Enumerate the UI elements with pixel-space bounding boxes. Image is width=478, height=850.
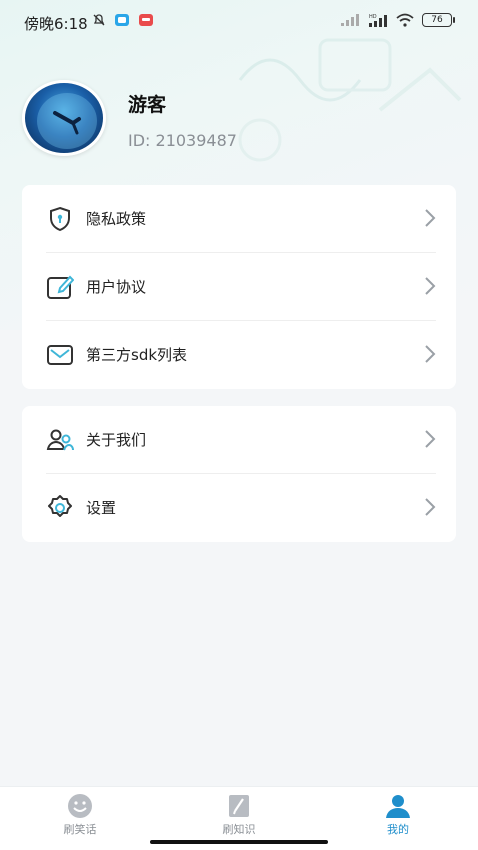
menu-item-label: 隐私政策 [86,210,147,228]
app-notification-icon-2 [139,14,153,26]
signal-weak-icon [341,14,359,26]
menu-item-label: 设置 [86,499,117,517]
menu-item-user-agreement[interactable]: 用户协议 [22,253,456,321]
person-icon [384,793,412,819]
chevron-right-icon [425,345,436,363]
tab-knowledge[interactable]: 刷知识 [189,793,289,837]
tab-label: 刷笑话 [63,823,97,836]
network-type-label: HD [369,14,377,20]
diver-image [37,93,97,149]
menu-item-third-party-sdk[interactable]: 第三方sdk列表 [22,321,456,389]
tab-jokes[interactable]: 刷笑话 [30,793,130,837]
menu-card-legal: 隐私政策 用户协议 第三方sdk列表 [22,185,456,389]
profile-header[interactable]: 游客 ID: 21039487 [22,80,462,160]
notebook-icon [225,793,253,819]
tab-label: 刷知识 [222,823,256,836]
menu-item-privacy-policy[interactable]: 隐私政策 [22,185,456,253]
chevron-right-icon [425,209,436,227]
menu-item-about-us[interactable]: 关于我们 [22,406,456,474]
battery-icon: 76 [422,13,455,27]
tab-mine[interactable]: 我的 [348,793,448,837]
avatar[interactable] [22,80,106,156]
tab-label: 我的 [387,823,409,836]
chevron-right-icon [425,277,436,295]
user-id: ID: 21039487 [128,131,237,150]
smile-icon [66,793,94,819]
chevron-right-icon [425,498,436,516]
status-notification-icons [92,13,154,27]
menu-item-label: 用户协议 [86,278,147,296]
gear-icon [46,494,74,522]
app-notification-icon [115,14,129,26]
menu-card-general: 关于我们 设置 [22,406,456,542]
chevron-right-icon [425,430,436,448]
wifi-icon [396,13,414,27]
mail-icon [46,341,74,369]
menu-item-label: 关于我们 [86,431,147,449]
shield-lock-icon [46,205,74,233]
menu-item-label: 第三方sdk列表 [86,346,188,364]
battery-level: 76 [431,15,443,25]
menu-item-settings[interactable]: 设置 [22,474,456,542]
user-name: 游客 [128,94,167,116]
signal-icon: HD [369,14,387,27]
status-time: 傍晚6:18 [24,15,88,33]
users-icon [46,426,74,454]
home-indicator[interactable] [150,840,328,844]
mute-bell-icon [93,14,105,26]
status-bar: 傍晚6:18 HD 76 [0,0,478,46]
status-right-icons: HD 76 [340,13,455,27]
edit-document-icon [46,273,74,301]
